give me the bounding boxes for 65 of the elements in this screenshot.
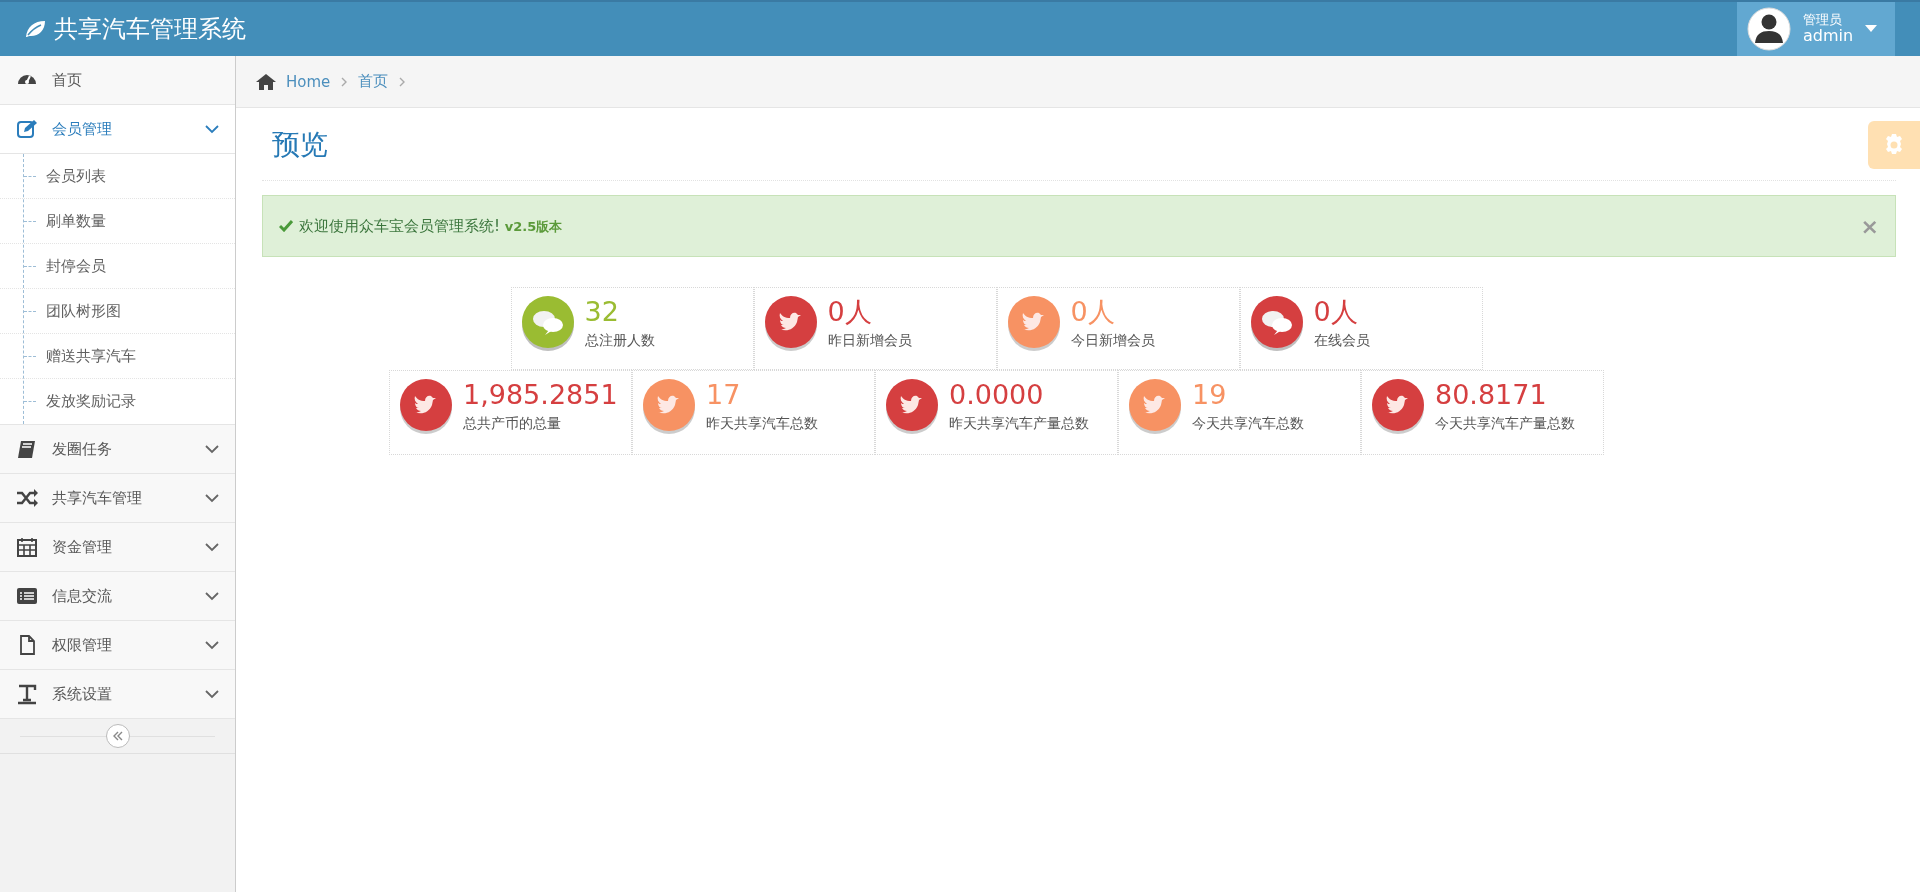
stat-label: 昨日新增会员 (827, 332, 912, 351)
stat-value: 32 (584, 296, 620, 329)
bird-icon (885, 379, 939, 435)
home-icon (256, 72, 276, 91)
chevron-right-icon (340, 75, 349, 88)
avatar-icon (1747, 7, 1791, 51)
submenu-item[interactable]: 会员列表 (46, 166, 106, 186)
stat-label: 昨天共享汽车产量总数 (949, 415, 1089, 434)
chevron-icon (205, 542, 219, 552)
sidebar-item[interactable]: 信息交流 (0, 572, 235, 621)
stat-label: 今日新增会员 (1070, 332, 1155, 351)
sidebar-item[interactable]: 会员管理 (0, 105, 235, 154)
stat-label: 总注册人数 (584, 332, 655, 351)
text-icon (16, 683, 38, 705)
book-icon (16, 438, 38, 460)
app-title: 共享汽车管理系统 (54, 14, 246, 45)
chevron-icon (205, 640, 219, 650)
caret-icon (1865, 25, 1878, 33)
submenu-item[interactable]: 封停会员 (46, 256, 106, 276)
stat-value: 0人 (1313, 296, 1359, 329)
chevron-icon (205, 591, 219, 601)
sidebar-item[interactable]: 共享汽车管理 (0, 474, 235, 523)
chevron-icon (205, 493, 219, 503)
chevron-icon (205, 124, 219, 134)
stat-value: 0人 (827, 296, 873, 329)
chat-bubbles-icon (1249, 296, 1304, 352)
welcome-message: 欢迎使用众车宝会员管理系统! v2.5版本 (299, 216, 564, 236)
collapse-sidebar-button[interactable] (105, 724, 130, 748)
stat-label: 今天共享汽车总数 (1192, 415, 1304, 434)
bird-icon (1128, 379, 1182, 435)
stat-label: 今天共享汽车产量总数 (1435, 415, 1575, 434)
check-icon (279, 220, 293, 232)
stat-label: 昨天共享汽车总数 (706, 415, 818, 434)
calendar-icon (16, 536, 38, 558)
bird-icon (399, 379, 453, 435)
sidebar-item[interactable]: 发圈任务 (0, 425, 235, 474)
shuffle-icon (16, 487, 38, 509)
sidebar-item[interactable]: 资金管理 (0, 523, 235, 572)
chat-bubbles-icon (520, 296, 575, 352)
list-icon (16, 585, 38, 607)
bird-icon (1006, 296, 1061, 352)
submenu-item[interactable]: 团队树形图 (46, 301, 121, 321)
bird-icon (642, 379, 696, 435)
submenu-item[interactable]: 发放奖励记录 (46, 392, 136, 411)
submenu-item[interactable]: 刷单数量 (46, 211, 106, 231)
sidebar-item[interactable]: 系统设置 (0, 670, 235, 719)
edit-icon (16, 118, 38, 140)
stat-value: 0人 (1070, 296, 1116, 329)
chevron-right-icon (398, 75, 407, 88)
leaf-icon (24, 19, 46, 39)
submenu-item[interactable]: 赠送共享汽车 (46, 346, 136, 366)
stat-value: 17 (706, 379, 742, 412)
sidebar-item[interactable]: 权限管理 (0, 621, 235, 670)
bird-icon (763, 296, 818, 352)
stat-value: 80.8171 (1435, 379, 1548, 412)
stat-value: 19 (1192, 379, 1228, 412)
stat-label: 总共产币的总量 (463, 415, 562, 434)
sidebar-item[interactable]: 首页 (0, 56, 235, 105)
stat-value: 0.0000 (949, 379, 1045, 412)
stat-value: 1,985.2851 (463, 379, 618, 412)
bird-icon (1371, 379, 1425, 435)
stat-label: 在线会员 (1313, 332, 1370, 351)
double-chevron-left-icon (111, 731, 124, 741)
chevron-icon (205, 689, 219, 699)
chevron-icon (205, 444, 219, 454)
